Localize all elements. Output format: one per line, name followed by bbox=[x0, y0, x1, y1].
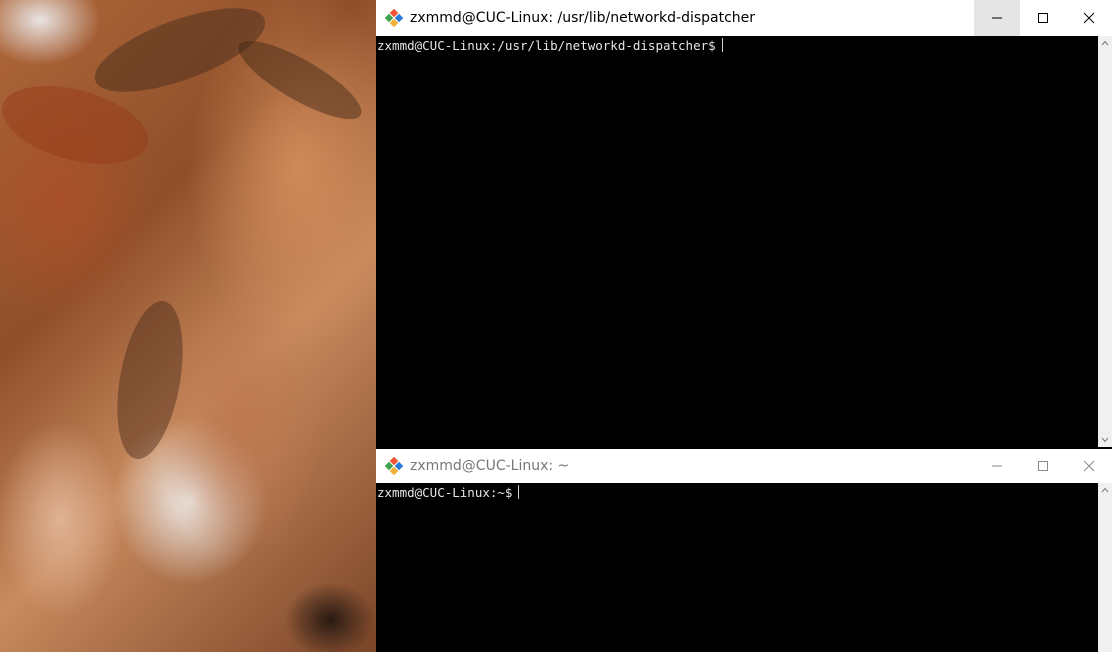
git-icon bbox=[384, 8, 404, 28]
titlebar[interactable]: zxmmd@CUC-Linux: /usr/lib/networkd-dispa… bbox=[376, 0, 1112, 36]
window-title: zxmmd@CUC-Linux: ~ bbox=[410, 458, 570, 474]
scroll-up-icon[interactable] bbox=[1098, 36, 1112, 50]
terminal-output[interactable]: zxmmd@CUC-Linux:~$ bbox=[376, 483, 1098, 652]
scroll-down-icon[interactable] bbox=[1098, 433, 1112, 447]
maximize-button[interactable] bbox=[1020, 0, 1066, 36]
vertical-scrollbar[interactable] bbox=[1098, 36, 1112, 447]
close-button[interactable] bbox=[1066, 449, 1112, 483]
window-controls bbox=[974, 449, 1112, 483]
shell-prompt: zxmmd@CUC-Linux:/usr/lib/networkd-dispat… bbox=[377, 38, 716, 53]
minimize-icon bbox=[992, 17, 1002, 19]
window-title: zxmmd@CUC-Linux: /usr/lib/networkd-dispa… bbox=[410, 10, 756, 26]
terminal-window-top[interactable]: zxmmd@CUC-Linux: /usr/lib/networkd-dispa… bbox=[376, 0, 1112, 447]
close-button[interactable] bbox=[1066, 0, 1112, 36]
text-cursor bbox=[518, 485, 520, 499]
minimize-button[interactable] bbox=[974, 0, 1020, 36]
close-icon bbox=[1083, 12, 1095, 24]
minimize-icon bbox=[992, 465, 1002, 467]
scroll-up-icon[interactable] bbox=[1098, 483, 1112, 497]
terminal-output[interactable]: zxmmd@CUC-Linux:/usr/lib/networkd-dispat… bbox=[376, 36, 1098, 447]
titlebar[interactable]: zxmmd@CUC-Linux: ~ bbox=[376, 449, 1112, 483]
text-cursor bbox=[721, 38, 723, 52]
maximize-icon bbox=[1038, 13, 1048, 23]
desktop-wallpaper bbox=[0, 0, 376, 652]
window-controls bbox=[974, 0, 1112, 36]
minimize-button[interactable] bbox=[974, 449, 1020, 483]
maximize-icon bbox=[1038, 461, 1048, 471]
vertical-scrollbar[interactable] bbox=[1098, 483, 1112, 652]
git-icon bbox=[384, 456, 404, 476]
terminal-window-bottom[interactable]: zxmmd@CUC-Linux: ~ zxmmd@CUC-Linux:~$ bbox=[376, 449, 1112, 652]
close-icon bbox=[1083, 460, 1095, 472]
desktop: zxmmd@CUC-Linux: /usr/lib/networkd-dispa… bbox=[0, 0, 1112, 652]
maximize-button[interactable] bbox=[1020, 449, 1066, 483]
shell-prompt: zxmmd@CUC-Linux:~$ bbox=[377, 485, 513, 500]
